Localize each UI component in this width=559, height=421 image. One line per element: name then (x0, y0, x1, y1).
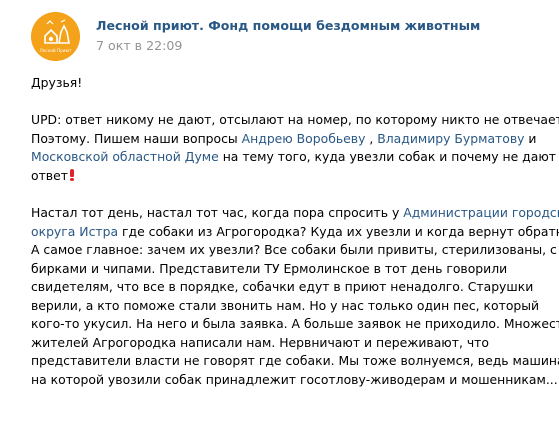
mention-istra-administration[interactable]: Администрации городского (403, 205, 559, 220)
wall-post: Лесной Приют Лесной приют. Фонд помощи б… (0, 0, 559, 421)
mention-moscow-regional-duma[interactable]: Московской областной Думе (31, 149, 219, 164)
body-line-2: округа Истра где собаки из Агрогородка? … (31, 223, 559, 242)
mention-istra-district[interactable]: округа Истра (31, 224, 118, 239)
cut-off-text-fragment (223, 413, 237, 421)
body-line-1: Настал тот день, настал тот час, когда п… (31, 204, 559, 223)
body-line-9: представители власти не говорят где соба… (31, 353, 559, 368)
body-line-7: кого-то укусил. На него и была заявка. А… (31, 316, 559, 331)
svg-text:Лесной Приют: Лесной Приют (40, 48, 72, 53)
post-date-link[interactable]: 7 окт в 22:09 (96, 38, 182, 53)
author-avatar[interactable]: Лесной Приют (31, 12, 80, 61)
greeting-text: Друзья! (31, 75, 83, 90)
body-line-3: А самое главное: зачем их увезли? Все со… (31, 242, 557, 257)
update-line-4: ответ (31, 167, 551, 186)
post-greeting: Друзья! (31, 74, 551, 93)
body-line-8: жителей Агрогородка написали нам. Нервни… (31, 334, 489, 350)
body-line-5: свидетелям, что все в порядке, собачки е… (31, 279, 534, 294)
update-separator: , (365, 130, 378, 146)
update-line-3: Московской областной Думе на тему того, … (31, 148, 556, 167)
post-author-link[interactable]: Лесной приют. Фонд помощи бездомным живо… (96, 18, 480, 33)
body-line-6: верили, а кто поможе стали звонить нам. … (31, 297, 540, 313)
update-line-2: Поэтому. Пишем наши вопросы Андрею Вороб… (31, 130, 551, 149)
body-line-2-text: где собаки из Агрогородка? Куда их увезл… (118, 223, 559, 239)
red-exclamation-icon (69, 168, 74, 181)
update-line-1: UPD: ответ никому не дают, отсылают на н… (31, 112, 559, 127)
body-line-4: бирками и чипами. Представители ТУ Ермол… (31, 260, 508, 276)
update-line-4-text: ответ (31, 167, 68, 183)
update-line-2-text: Поэтому. Пишем наши вопросы (31, 130, 242, 146)
shelter-logo-icon: Лесной Приют (31, 12, 80, 61)
body-line-1-text: Настал тот день, настал тот час, когда п… (31, 205, 404, 220)
mention-vladimir-burmatov[interactable]: Владимиру Бурматову (377, 131, 524, 146)
post-update-paragraph: UPD: ответ никому не дают, отсылают на н… (31, 111, 559, 186)
post-body-paragraph: Настал тот день, настал тот час, когда п… (31, 204, 559, 389)
update-line-2-tail: и (524, 130, 537, 146)
mention-andrey-vorobyev[interactable]: Андрею Воробьеву (242, 131, 366, 146)
body-line-10: на которой увозили собак принадлежит гос… (31, 371, 558, 387)
update-line-3-text: на тему того, куда увезли собак и почему… (218, 149, 556, 164)
